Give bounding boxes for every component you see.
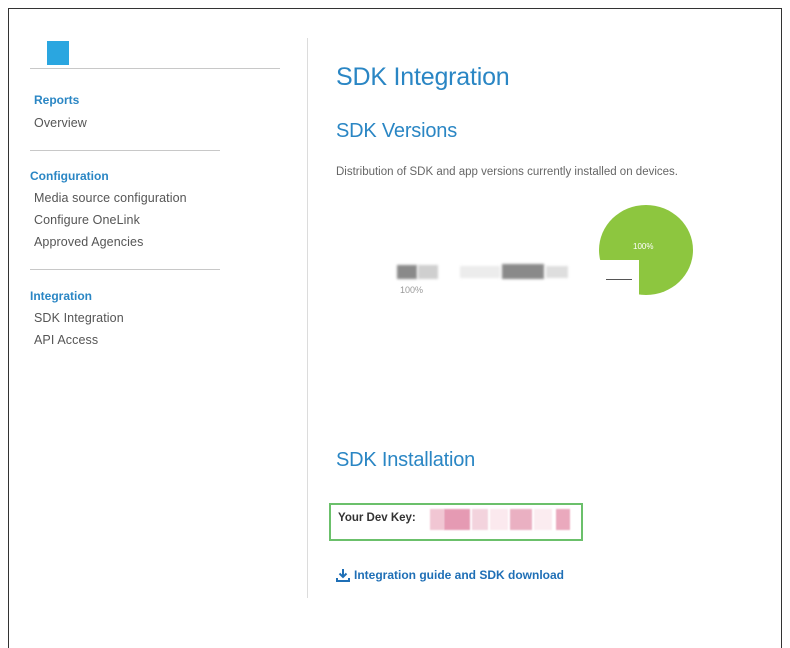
pie-percent-label: 100%	[633, 242, 654, 251]
version-bar	[460, 266, 500, 278]
sidebar-item-configure-onelink[interactable]: Configure OneLink	[34, 213, 140, 227]
sidebar-divider	[30, 269, 220, 270]
dev-key-redaction	[430, 509, 444, 530]
sidebar-item-approved-agencies[interactable]: Approved Agencies	[34, 235, 143, 249]
sidebar-item-api-access[interactable]: API Access	[34, 333, 98, 347]
content-divider	[307, 38, 308, 598]
sdk-versions-heading: SDK Versions	[336, 120, 457, 142]
dev-key-redaction	[534, 509, 552, 530]
integration-guide-label: Integration guide and SDK download	[354, 568, 564, 582]
version-bar	[502, 264, 544, 279]
sidebar-item-overview[interactable]: Overview	[34, 116, 87, 130]
dev-key-redaction	[556, 509, 570, 530]
bar-percent-label: 100%	[400, 285, 424, 295]
sidebar-heading-configuration: Configuration	[30, 169, 109, 183]
app-logo[interactable]	[47, 41, 69, 65]
sidebar-item-sdk-integration[interactable]: SDK Integration	[34, 311, 124, 325]
dev-key-redaction	[510, 509, 532, 530]
pie-notch	[595, 260, 639, 300]
pie-leader-line	[606, 279, 632, 280]
sidebar-divider	[30, 150, 220, 151]
sidebar-heading-integration: Integration	[30, 289, 92, 303]
dev-key-redaction	[472, 509, 488, 530]
dev-key-redaction	[490, 509, 508, 530]
sdk-installation-heading: SDK Installation	[336, 449, 476, 471]
version-bar	[418, 265, 438, 279]
page-title: SDK Integration	[336, 63, 510, 91]
sidebar-heading-reports: Reports	[34, 93, 80, 107]
download-icon	[336, 568, 350, 582]
integration-guide-link[interactable]: Integration guide and SDK download	[336, 568, 564, 582]
version-bar	[397, 265, 417, 279]
sdk-versions-description: Distribution of SDK and app versions cur…	[336, 166, 678, 178]
sidebar-divider	[30, 68, 280, 69]
version-bar	[546, 266, 568, 278]
window-frame	[8, 8, 782, 648]
dev-key-redaction	[444, 509, 470, 530]
sidebar-item-media-source-configuration[interactable]: Media source configuration	[34, 191, 187, 205]
dev-key-label: Your Dev Key:	[338, 512, 416, 524]
